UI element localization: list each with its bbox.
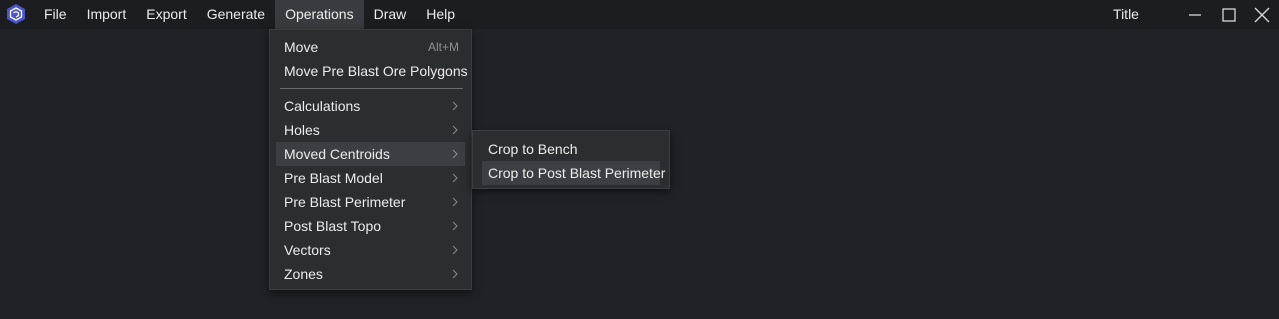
menu-item-label: Pre Blast Perimeter — [284, 194, 406, 210]
menu-draw[interactable]: Draw — [364, 0, 417, 29]
chevron-right-icon — [452, 269, 458, 279]
menu-item-pre-blast-model[interactable]: Pre Blast Model — [276, 166, 465, 190]
menu-item-post-blast-topo[interactable]: Post Blast Topo — [276, 214, 465, 238]
menu-item-label: Zones — [284, 266, 323, 282]
menu-item-label: Vectors — [284, 242, 331, 258]
menu-item-label: Move Pre Blast Ore Polygons — [284, 63, 468, 79]
menu-item-label: Pre Blast Model — [284, 170, 383, 186]
menu-help[interactable]: Help — [416, 0, 465, 29]
menu-item-label: Crop to Bench — [488, 141, 578, 157]
menu-bar: File Import Export Generate Operations D… — [34, 0, 465, 29]
window-title: Title — [1113, 6, 1139, 22]
maximize-button[interactable] — [1212, 0, 1246, 29]
chevron-right-icon — [452, 221, 458, 231]
menu-separator — [280, 88, 463, 89]
menu-file[interactable]: File — [34, 0, 77, 29]
menu-item-move-pre-blast-ore-polygons[interactable]: Move Pre Blast Ore Polygons — [276, 59, 468, 83]
chevron-right-icon — [452, 125, 458, 135]
menu-item-vectors[interactable]: Vectors — [276, 238, 465, 262]
menu-generate[interactable]: Generate — [197, 0, 275, 29]
menu-item-holes[interactable]: Holes — [276, 118, 465, 142]
menu-item-crop-to-post-blast-perimeter[interactable]: Crop to Post Blast Perimeter — [482, 161, 665, 185]
chevron-right-icon — [452, 101, 458, 111]
menu-import[interactable]: Import — [77, 0, 137, 29]
shortcut-label: Alt+M — [427, 40, 459, 54]
menu-item-calculations[interactable]: Calculations — [276, 94, 465, 118]
maximize-icon — [1222, 7, 1236, 22]
app-logo-icon — [5, 3, 27, 25]
menu-item-move[interactable]: Move Alt+M — [276, 35, 465, 59]
chevron-right-icon — [452, 149, 458, 159]
chevron-right-icon — [452, 173, 458, 183]
menu-item-zones[interactable]: Zones — [276, 262, 465, 286]
chevron-right-icon — [452, 245, 458, 255]
minimize-button[interactable] — [1178, 0, 1212, 29]
menu-item-pre-blast-perimeter[interactable]: Pre Blast Perimeter — [276, 190, 465, 214]
menu-item-label: Move — [284, 39, 319, 55]
minimize-icon — [1189, 13, 1201, 16]
menu-item-label: Calculations — [284, 98, 361, 114]
close-button[interactable] — [1245, 0, 1279, 29]
operations-dropdown: Move Alt+M Move Pre Blast Ore Polygons C… — [269, 29, 472, 290]
chevron-right-icon — [452, 197, 458, 207]
menu-item-label: Moved Centroids — [284, 146, 390, 162]
menu-item-label: Post Blast Topo — [284, 218, 382, 234]
menu-operations[interactable]: Operations — [275, 0, 364, 29]
moved-centroids-submenu: Crop to Bench Crop to Post Blast Perimet… — [472, 130, 670, 189]
menu-export[interactable]: Export — [136, 0, 196, 29]
menu-item-crop-to-bench[interactable]: Crop to Bench — [482, 137, 660, 161]
menu-item-label: Holes — [284, 122, 320, 138]
menu-item-label: Crop to Post Blast Perimeter — [488, 165, 666, 181]
menu-item-moved-centroids[interactable]: Moved Centroids — [276, 142, 465, 166]
title-bar: File Import Export Generate Operations D… — [0, 0, 1279, 29]
close-icon — [1254, 7, 1270, 22]
